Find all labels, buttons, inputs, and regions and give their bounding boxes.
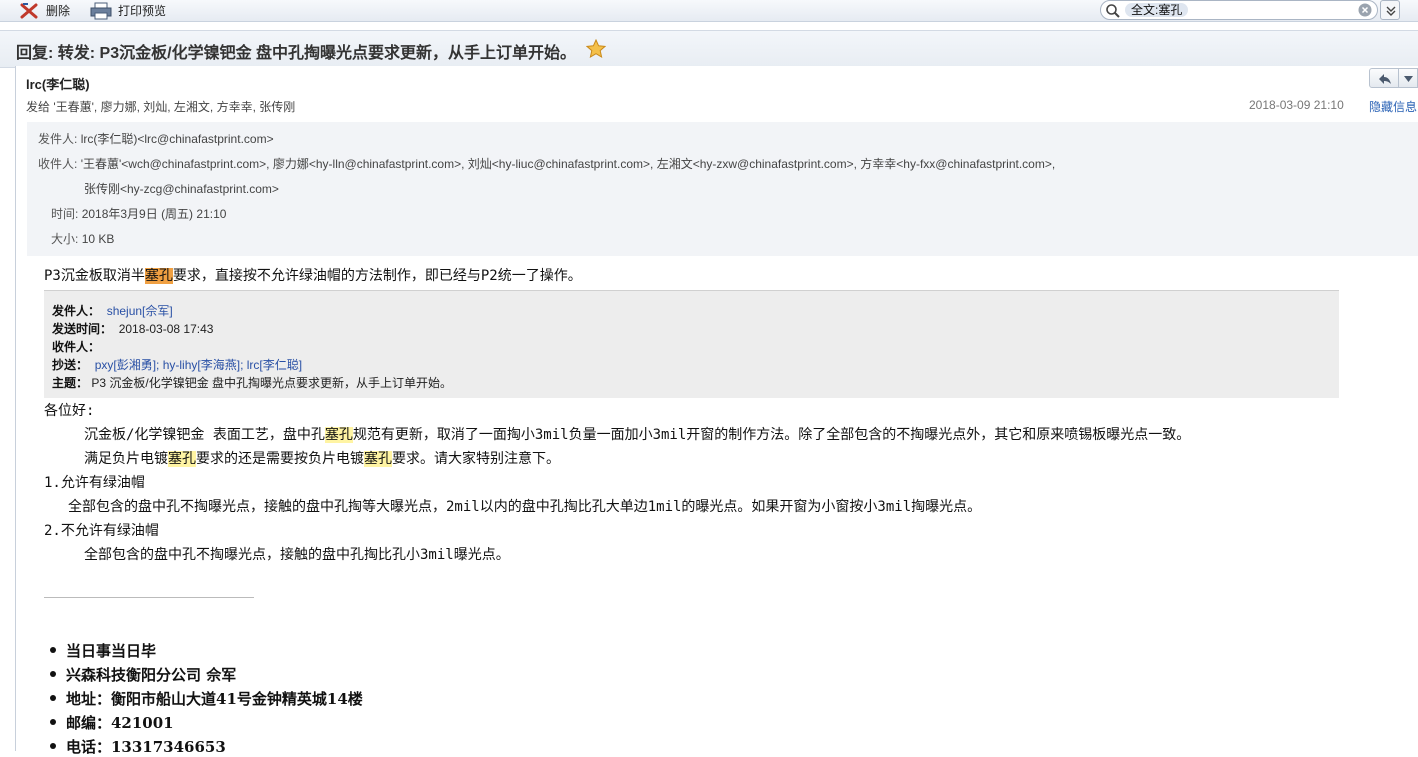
quote-from-label: 发件人： — [52, 304, 101, 318]
item-1-text: 全部包含的盘中孔不掏曝光点，接触的盘中孔掏等大曝光点，2mil以内的盘中孔掏比孔… — [68, 499, 982, 515]
p2-text-b: 要求的还是需要按负片电镀 — [196, 451, 364, 467]
quote-cc-1[interactable]: pxy[彭湘勇] — [95, 358, 156, 372]
search-highlight: 塞孔 — [324, 427, 353, 443]
quote-to-row: 收件人： — [52, 338, 100, 355]
paragraph-1: 沉金板/化学镍钯金 表面工艺，盘中孔塞孔规范有更新，取消了一面掏小3mil负量一… — [84, 424, 1190, 444]
signature-item: 电话：13317346653 — [50, 736, 226, 757]
quote-subject-value: P3 沉金板/化学镍钯金 盘中孔掏曝光点要求更新，从手上订单开始。 — [91, 376, 453, 390]
quote-sent-value: 2018-03-08 17:43 — [118, 322, 214, 336]
signature-text: 邮编：421001 — [66, 714, 174, 732]
quote-subject-row: 主题： P3 沉金板/化学镍钯金 盘中孔掏曝光点要求更新，从手上订单开始。 — [52, 374, 452, 391]
quoted-header-box: 发件人： shejun[佘军] 发送时间： 2018-03-08 17:43 收… — [44, 290, 1339, 398]
intro-text-post: 要求，直接按不允许绿油帽的方法制作，即已经与P2统一了操作。 — [172, 268, 582, 284]
p1-text-post: 规范有更新，取消了一面掏小3mil负量一面加小3mil开窗的制作方法。除了全部包… — [352, 427, 1191, 443]
intro-text-pre: P3沉金板取消半 — [44, 268, 145, 284]
intro-line: P3沉金板取消半塞孔要求，直接按不允许绿油帽的方法制作，即已经与P2统一了操作。 — [44, 265, 582, 285]
item-2-text: 全部包含的盘中孔不掏曝光点，接触的盘中孔掏比孔小3mil曝光点。 — [84, 547, 510, 563]
signature-item: 兴森科技衡阳分公司 佘军 — [50, 664, 236, 685]
signature-text: 电话：13317346653 — [66, 738, 226, 756]
signature-text: 地址：衡阳市船山大道41号金钟精英城14楼 — [66, 690, 363, 708]
signature-item: 当日事当日毕 — [50, 640, 156, 661]
search-highlight: 塞孔 — [364, 451, 392, 467]
message-body: P3沉金板取消半塞孔要求，直接按不允许绿油帽的方法制作，即已经与P2统一了操作。… — [0, 0, 1418, 756]
search-highlight: 塞孔 — [168, 451, 196, 467]
quote-sent-row: 发送时间： 2018-03-08 17:43 — [52, 320, 213, 337]
greeting: 各位好: — [44, 403, 95, 419]
quote-cc-2[interactable]: hy-lihy[李海燕] — [163, 358, 240, 372]
paragraph-2: 满足负片电镀塞孔要求的还是需要按负片电镀塞孔要求。请大家特别注意下。 — [84, 448, 560, 468]
item-1-title: 1.允许有绿油帽 — [44, 475, 145, 491]
search-highlight-current: 塞孔 — [144, 268, 173, 284]
quote-cc-separator: ; — [240, 358, 247, 372]
signature-item: 邮编：421001 — [50, 712, 174, 733]
quote-from-value[interactable]: shejun[佘军] — [107, 304, 173, 318]
signature-text: 兴森科技衡阳分公司 佘军 — [66, 666, 237, 684]
signature-text: 当日事当日毕 — [66, 642, 157, 660]
p2-text-c: 要求。请大家特别注意下。 — [392, 451, 560, 467]
quote-from-row: 发件人： shejun[佘军] — [52, 302, 173, 319]
quote-subject-label: 主题： — [52, 376, 89, 390]
quote-cc-separator: ; — [156, 358, 163, 372]
quote-cc-label: 抄送： — [52, 358, 89, 372]
quote-cc-row: 抄送： pxy[彭湘勇]; hy-lihy[李海燕]; lrc[李仁聪] — [52, 356, 302, 373]
quote-to-label: 收件人： — [52, 340, 101, 354]
p2-text-a: 满足负片电镀 — [84, 451, 168, 467]
signature-item: 地址：衡阳市船山大道41号金钟精英城14楼 — [50, 688, 363, 709]
item-2-title: 2.不允许有绿油帽 — [44, 523, 159, 539]
quote-cc-3[interactable]: lrc[李仁聪] — [247, 358, 302, 372]
signature-divider — [44, 597, 254, 598]
p1-text-pre: 沉金板/化学镍钯金 表面工艺，盘中孔 — [84, 427, 325, 443]
quote-sent-label: 发送时间： — [52, 322, 113, 336]
